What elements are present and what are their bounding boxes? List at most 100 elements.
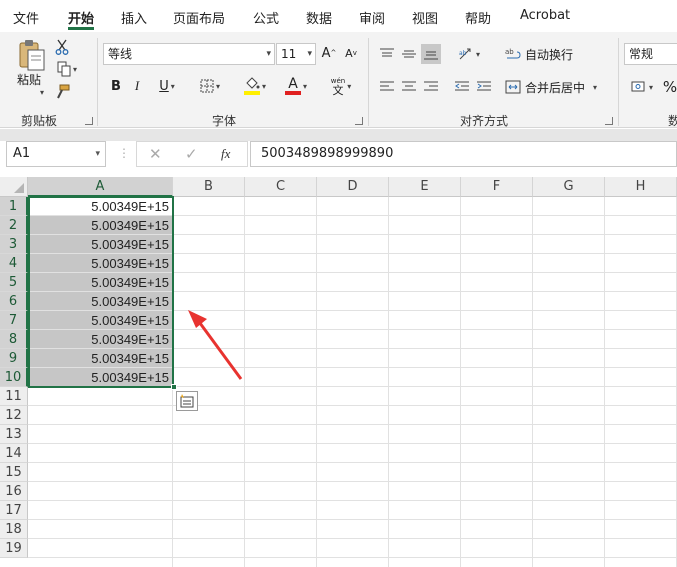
select-all-corner[interactable] <box>0 177 28 197</box>
name-box[interactable]: A1 ▾ <box>6 141 106 167</box>
copy-button[interactable]: ▾ <box>53 60 81 78</box>
font-name-select[interactable]: 等线 ▾ <box>103 43 275 65</box>
row-header-3[interactable]: 3 <box>0 235 28 254</box>
column-header-F[interactable]: F <box>461 177 533 197</box>
row-header-15[interactable]: 15 <box>0 463 28 482</box>
selection-border <box>28 196 174 388</box>
column-header-C[interactable]: C <box>245 177 317 197</box>
formula-bar: A1 ▾ ⋮ ✕ ✓ fx 5003489898999890 <box>0 141 677 171</box>
row-header-1[interactable]: 1 <box>0 197 28 216</box>
column-header-G[interactable]: G <box>533 177 605 197</box>
bold-button[interactable]: B <box>107 76 125 96</box>
row-header-7[interactable]: 7 <box>0 311 28 330</box>
fill-color-button[interactable]: ▾ <box>238 74 272 98</box>
ribbon: 粘贴 ▾ ▾ 剪贴板 等线 ▾ 11 ▾ A ^ Av B I U ▾ ▾ ▾ … <box>0 32 677 128</box>
quick-analysis-button[interactable] <box>176 391 198 411</box>
orientation-button[interactable]: ab ▾ <box>452 44 486 64</box>
paint-bucket-icon <box>246 77 260 89</box>
tab-data[interactable]: 数据 <box>306 8 332 27</box>
copy-icon <box>57 61 71 77</box>
middle-align-button[interactable] <box>399 44 419 64</box>
insert-function-icon[interactable]: fx <box>221 146 230 162</box>
decrease-indent-button[interactable] <box>452 77 472 97</box>
tab-help[interactable]: 帮助 <box>465 8 491 27</box>
row-header-4[interactable]: 4 <box>0 254 28 273</box>
increase-indent-button[interactable] <box>474 77 494 97</box>
row-header-2[interactable]: 2 <box>0 216 28 235</box>
tab-page-layout[interactable]: 页面布局 <box>173 8 225 27</box>
row-header-5[interactable]: 5 <box>0 273 28 292</box>
row-header-6[interactable]: 6 <box>0 292 28 311</box>
column-header-A[interactable]: A <box>28 177 173 197</box>
percent-style-button[interactable]: % <box>662 77 677 97</box>
font-color-button[interactable]: A ▾ <box>279 74 313 98</box>
row-header-9[interactable]: 9 <box>0 349 28 368</box>
gridline <box>28 424 677 425</box>
align-right-button[interactable] <box>421 77 441 97</box>
format-painter-button[interactable] <box>53 83 71 101</box>
row-header-18[interactable]: 18 <box>0 520 28 539</box>
outdent-icon <box>455 81 469 91</box>
top-align-button[interactable] <box>377 44 397 64</box>
row-header-14[interactable]: 14 <box>0 444 28 463</box>
number-format-select[interactable]: 常规 <box>624 43 677 65</box>
format-painter-icon <box>57 84 70 99</box>
alignment-group-label: 对齐方式 <box>460 114 509 128</box>
cut-button[interactable] <box>53 38 71 56</box>
align-center-icon <box>402 81 416 91</box>
row-header-11[interactable]: 11 <box>0 387 28 406</box>
wrap-text-button[interactable]: ab 自动换行 <box>505 44 579 64</box>
merge-center-button[interactable]: 合并后居中 ▾ <box>505 77 605 97</box>
column-header-E[interactable]: E <box>389 177 461 197</box>
name-box-dropdown-icon[interactable]: ▾ <box>95 142 100 166</box>
accounting-format-button[interactable]: ▾ <box>626 77 658 97</box>
fill-handle[interactable] <box>171 384 177 390</box>
font-size-select[interactable]: 11 ▾ <box>276 43 316 65</box>
cancel-edit-icon[interactable]: ✕ <box>149 145 162 163</box>
paste-button[interactable] <box>14 38 48 74</box>
quick-analysis-icon <box>180 394 194 408</box>
tab-formulas[interactable]: 公式 <box>253 8 279 27</box>
tab-review[interactable]: 审阅 <box>359 8 385 27</box>
clipboard-launcher-icon[interactable] <box>85 117 93 125</box>
tab-file[interactable]: 文件 <box>13 8 39 27</box>
tab-home[interactable]: 开始 <box>68 8 94 27</box>
column-header-B[interactable]: B <box>173 177 245 197</box>
italic-button[interactable]: I <box>128 76 146 96</box>
clipboard-group-label: 剪贴板 <box>21 114 58 128</box>
text-orientation-icon: ab <box>459 48 471 60</box>
gridline <box>28 500 677 501</box>
row-header-12[interactable]: 12 <box>0 406 28 425</box>
align-right-icon <box>424 81 438 91</box>
row-header-13[interactable]: 13 <box>0 425 28 444</box>
spreadsheet-grid: A B C D E F G H 1 2 3 4 5 6 7 8 9 10 11 … <box>0 177 677 567</box>
align-top-icon <box>380 48 394 57</box>
tab-insert[interactable]: 插入 <box>121 8 147 27</box>
align-left-button[interactable] <box>377 77 397 97</box>
formula-input[interactable]: 5003489898999890 <box>250 141 677 167</box>
row-header-8[interactable]: 8 <box>0 330 28 349</box>
increase-font-size-button[interactable]: A ^ <box>320 43 338 63</box>
column-header-H[interactable]: H <box>605 177 677 197</box>
column-header-D[interactable]: D <box>317 177 389 197</box>
paste-dropdown-icon[interactable]: ▾ <box>40 88 44 97</box>
confirm-edit-icon[interactable]: ✓ <box>185 145 198 163</box>
font-launcher-icon[interactable] <box>355 117 363 125</box>
align-center-button[interactable] <box>399 77 419 97</box>
row-header-19[interactable]: 19 <box>0 539 28 558</box>
tab-view[interactable]: 视图 <box>412 8 438 27</box>
underline-button[interactable]: U ▾ <box>150 76 184 96</box>
alignment-launcher-icon[interactable] <box>605 117 613 125</box>
row-header-17[interactable]: 17 <box>0 501 28 520</box>
tab-acrobat[interactable]: Acrobat <box>520 8 570 23</box>
select-all-icon <box>14 183 24 193</box>
row-header-16[interactable]: 16 <box>0 482 28 501</box>
scissors-icon <box>55 39 69 55</box>
gridline <box>28 462 677 463</box>
borders-button[interactable]: ▾ <box>193 76 227 96</box>
phonetic-guide-button[interactable]: wén 文 ▾ <box>323 74 359 98</box>
merge-cells-icon <box>505 80 521 94</box>
bottom-align-button[interactable] <box>421 44 441 64</box>
decrease-font-size-button[interactable]: Av <box>342 43 360 63</box>
row-header-10[interactable]: 10 <box>0 368 28 387</box>
